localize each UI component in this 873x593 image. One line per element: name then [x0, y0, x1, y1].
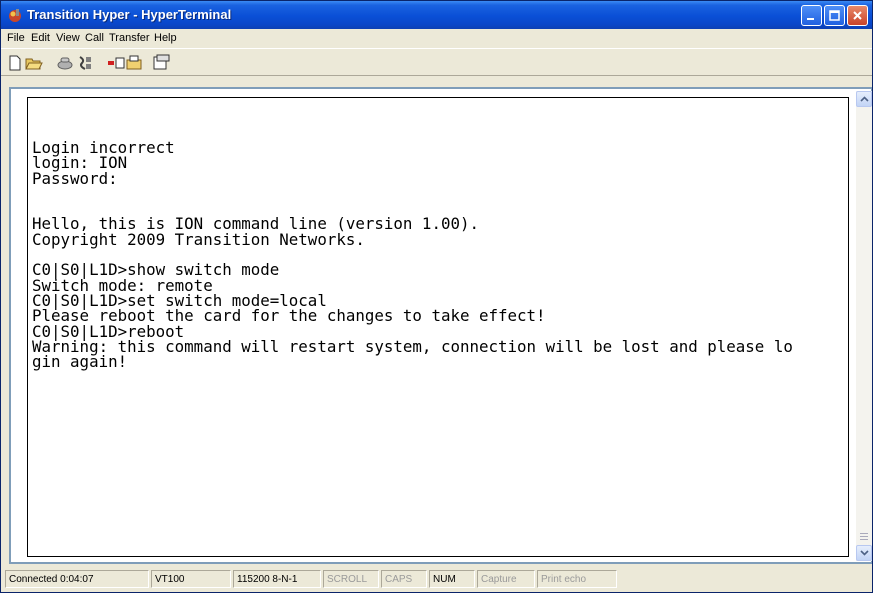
vertical-scrollbar[interactable] [856, 91, 872, 561]
status-caps-lock: CAPS [381, 570, 427, 588]
maximize-button[interactable] [824, 5, 845, 26]
hyperterminal-app-icon[interactable] [7, 7, 23, 23]
chevron-down-icon [860, 550, 869, 556]
terminal-frame: Login incorrect login: ION Password: Hel… [9, 87, 872, 564]
menu-help[interactable]: Help [154, 32, 177, 44]
receive-icon[interactable] [125, 54, 143, 72]
open-folder-icon[interactable] [25, 54, 43, 72]
terminal-output: Login incorrect login: ION Password: Hel… [32, 138, 793, 372]
maximize-icon [829, 10, 840, 21]
chevron-up-icon [860, 96, 869, 102]
status-port-settings: 115200 8-N-1 [233, 570, 321, 588]
menu-edit[interactable]: Edit [31, 32, 50, 44]
resize-grip-icon [860, 533, 868, 540]
status-capture: Capture [477, 570, 535, 588]
title-bar[interactable]: Transition Hyper - HyperTerminal [1, 1, 872, 29]
properties-icon[interactable] [152, 54, 170, 72]
disconnect-icon[interactable] [76, 54, 94, 72]
menu-call[interactable]: Call [85, 32, 104, 44]
status-num-lock: NUM [429, 570, 475, 588]
status-bar: Connected 0:04:07 VT100 115200 8-N-1 SCR… [1, 568, 872, 592]
terminal-screen[interactable]: Login incorrect login: ION Password: Hel… [27, 97, 849, 557]
window-title: Transition Hyper - HyperTerminal [27, 7, 232, 22]
scroll-down-button[interactable] [856, 545, 872, 561]
send-icon[interactable] [107, 54, 125, 72]
hyperterminal-window: Transition Hyper - HyperTerminal File Ed… [0, 0, 873, 593]
status-connected-time: Connected 0:04:07 [5, 570, 149, 588]
minimize-icon [807, 18, 814, 20]
status-emulation: VT100 [151, 570, 231, 588]
status-scroll-lock: SCROLL [323, 570, 379, 588]
minimize-button[interactable] [801, 5, 822, 26]
menu-transfer[interactable]: Transfer [109, 32, 150, 44]
status-print-echo: Print echo [537, 570, 617, 588]
menu-view[interactable]: View [56, 32, 80, 44]
new-document-icon[interactable] [6, 54, 24, 72]
menu-file[interactable]: File [7, 32, 25, 44]
scroll-up-button[interactable] [856, 91, 872, 107]
call-icon[interactable] [56, 54, 74, 72]
menu-bar: File Edit View Call Transfer Help [1, 29, 872, 47]
toolbar [1, 48, 872, 76]
close-icon [853, 11, 862, 20]
close-button[interactable] [847, 5, 868, 26]
